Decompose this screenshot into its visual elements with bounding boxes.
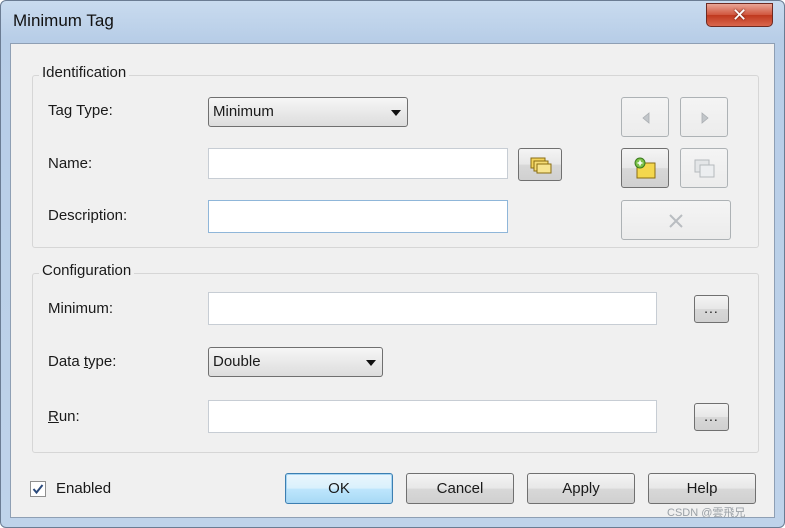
data-type-value: Double bbox=[213, 353, 261, 370]
identification-group-label: Identification bbox=[39, 64, 130, 81]
help-button-label: Help bbox=[686, 480, 718, 497]
ok-button[interactable]: OK bbox=[285, 473, 393, 504]
cancel-button[interactable]: Cancel bbox=[406, 473, 514, 504]
watermark: CSDN @雲飛兄 bbox=[667, 507, 746, 519]
cancel-button-label: Cancel bbox=[436, 480, 484, 497]
tag-browser-button[interactable] bbox=[518, 148, 562, 181]
previous-tag-button[interactable] bbox=[621, 97, 669, 137]
copy-tag-button[interactable] bbox=[680, 148, 728, 188]
minimum-browse-label: ... bbox=[704, 300, 719, 316]
delete-tag-button[interactable] bbox=[621, 200, 731, 240]
tag-type-label: Tag Type: bbox=[48, 102, 113, 119]
name-label: Name: bbox=[48, 155, 93, 172]
close-button[interactable]: ✕ bbox=[706, 3, 773, 27]
run-browse-button[interactable]: ... bbox=[694, 403, 729, 431]
ok-button-label: OK bbox=[328, 480, 350, 497]
chevron-down-icon bbox=[391, 110, 401, 116]
configuration-group-label: Configuration bbox=[39, 262, 135, 279]
name-field[interactable] bbox=[208, 148, 508, 179]
new-tag-button[interactable] bbox=[621, 148, 669, 188]
tag-browser-icon bbox=[530, 157, 552, 174]
data-type-select[interactable]: Double bbox=[208, 347, 383, 377]
description-field[interactable] bbox=[208, 200, 508, 233]
enabled-checkbox[interactable] bbox=[30, 481, 46, 497]
run-label: Run: bbox=[48, 408, 80, 425]
run-field[interactable] bbox=[208, 400, 657, 433]
copy-tag-icon bbox=[694, 159, 715, 178]
dialog-window: Minimum Tag ✕ Identification Tag Type: M… bbox=[0, 0, 785, 528]
tag-type-select[interactable]: Minimum bbox=[208, 97, 408, 127]
description-label: Description: bbox=[48, 207, 128, 224]
tag-type-value: Minimum bbox=[213, 103, 274, 120]
close-icon: ✕ bbox=[731, 5, 748, 26]
dialog-title: Minimum Tag bbox=[13, 11, 114, 30]
minimum-browse-button[interactable]: ... bbox=[694, 295, 729, 323]
new-tag-icon bbox=[634, 157, 656, 179]
triangle-right-icon bbox=[701, 112, 709, 124]
title-bar[interactable]: Minimum Tag ✕ bbox=[1, 1, 784, 41]
data-type-label: Data type: bbox=[48, 353, 117, 370]
triangle-left-icon bbox=[642, 112, 650, 124]
chevron-down-icon bbox=[366, 360, 376, 366]
apply-button-label: Apply bbox=[562, 480, 600, 497]
minimum-label: Minimum: bbox=[48, 300, 114, 317]
help-button[interactable]: Help bbox=[648, 473, 756, 504]
dialog-client-area: Identification Tag Type: Minimum Name: D… bbox=[10, 43, 775, 518]
next-tag-button[interactable] bbox=[680, 97, 728, 137]
checkmark-icon bbox=[32, 484, 44, 495]
enabled-label: Enabled bbox=[56, 480, 112, 497]
minimum-field[interactable] bbox=[208, 292, 657, 325]
apply-button[interactable]: Apply bbox=[527, 473, 635, 504]
run-browse-label: ... bbox=[704, 408, 719, 424]
delete-x-icon bbox=[669, 214, 683, 228]
